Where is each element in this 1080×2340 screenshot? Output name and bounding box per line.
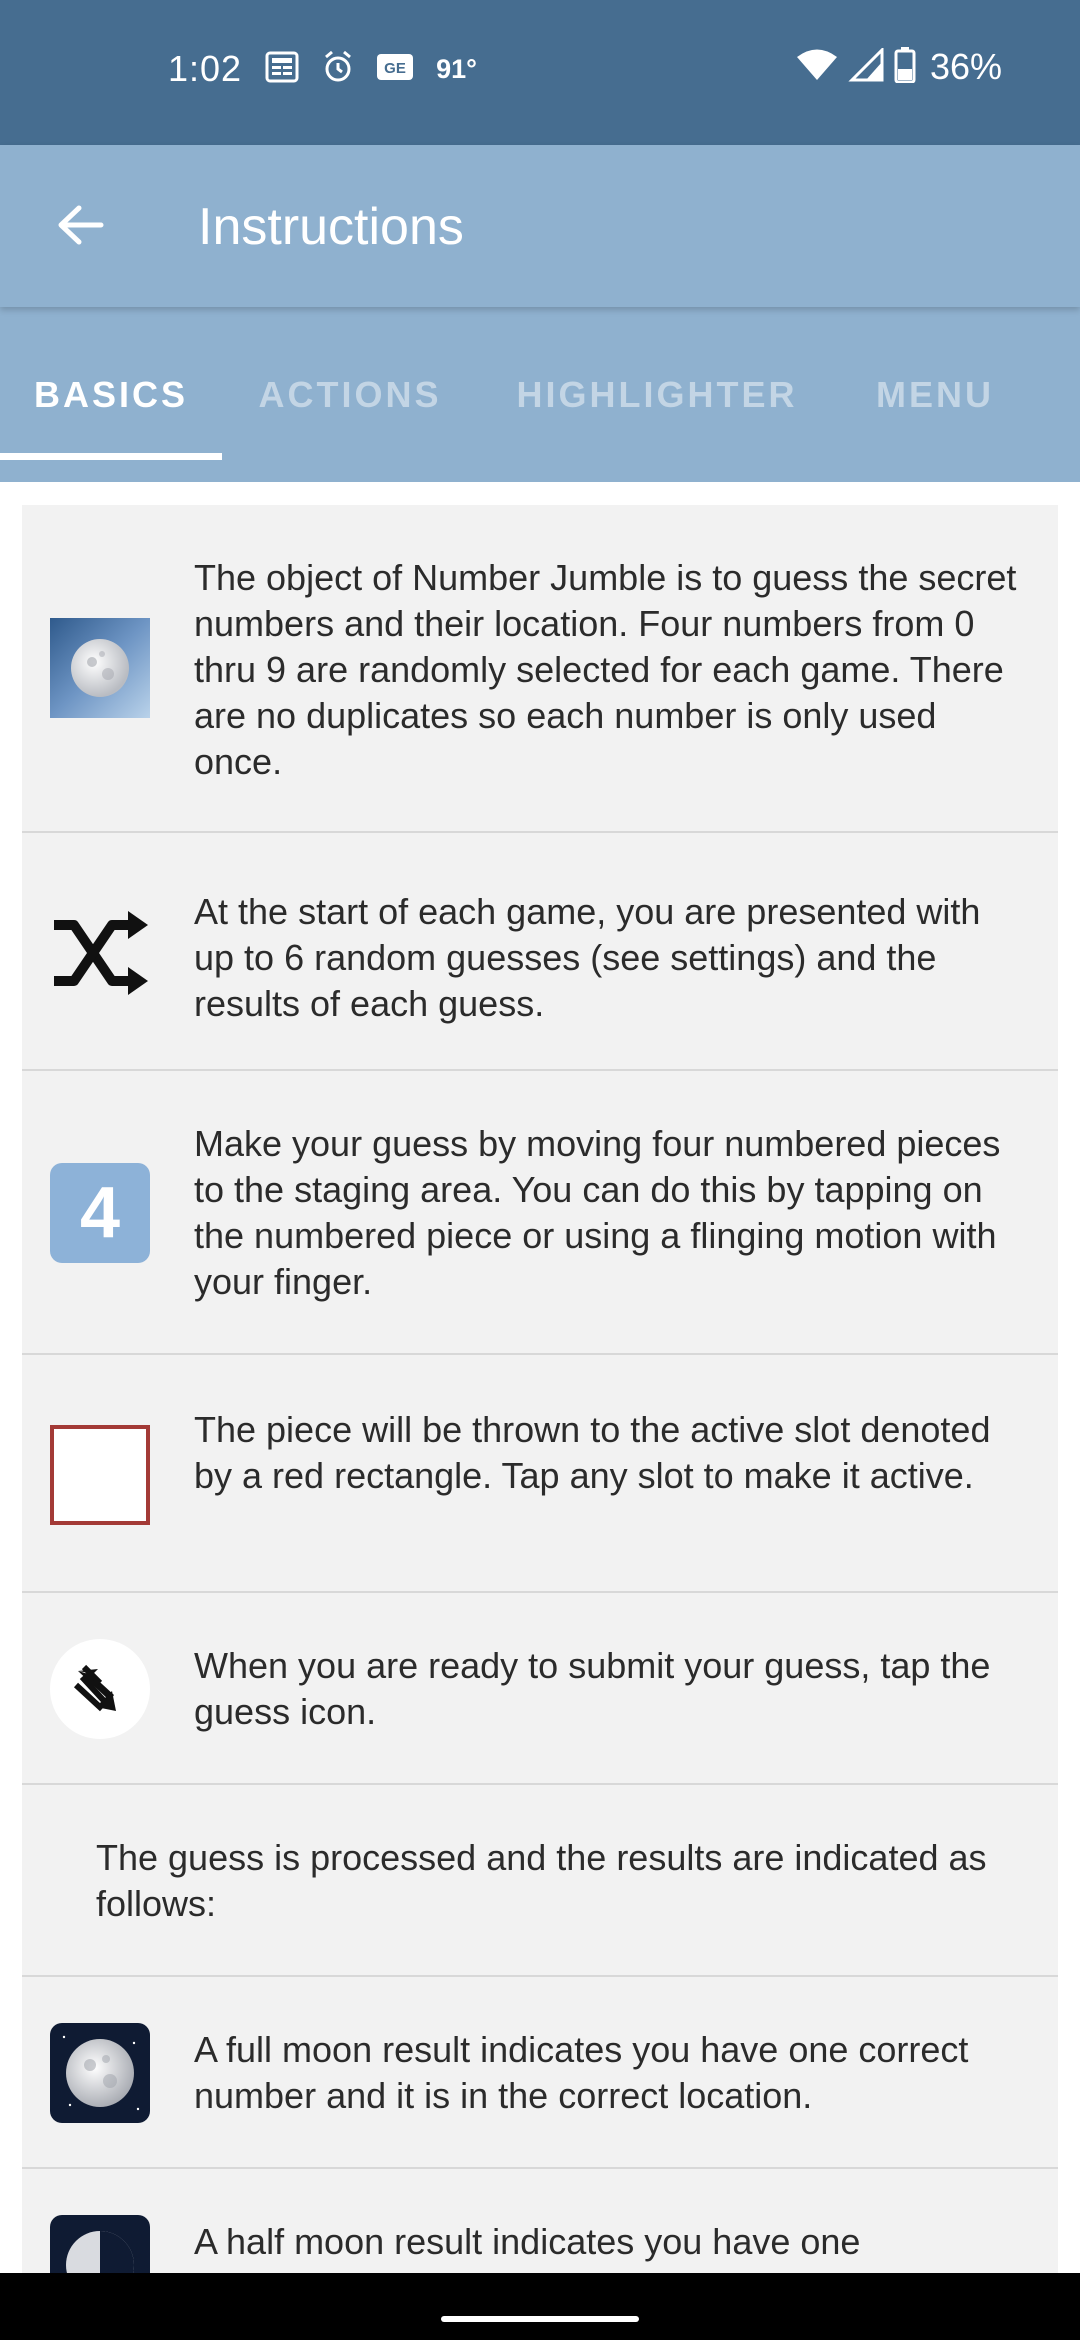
tab-indicator — [0, 453, 222, 460]
full-moon-icon — [50, 2023, 150, 2123]
instruction-text: A full moon result indicates you have on… — [194, 2029, 969, 2116]
app-bar: Instructions — [0, 145, 1080, 307]
signal-icon — [848, 45, 884, 87]
arrow-left-icon — [58, 205, 104, 245]
instruction-text: A half moon result indicates you have on… — [194, 2221, 861, 2262]
app-root: 1:02 GE 91° 36% Instructions BASICS ACTI… — [0, 0, 1080, 2340]
back-button[interactable] — [40, 185, 120, 265]
moon-tile-icon — [50, 618, 150, 718]
status-temperature: 91° — [436, 53, 477, 84]
instruction-text: The guess is processed and the results a… — [96, 1837, 987, 1924]
red-rectangle-slot-icon — [50, 1425, 150, 1525]
wifi-icon — [796, 48, 838, 87]
list-item: When you are ready to submit your guess,… — [22, 1593, 1058, 1785]
list-item: A full moon result indicates you have on… — [22, 1977, 1058, 2169]
guess-chevrons-icon — [50, 1639, 150, 1739]
list-item: At the start of each game, you are prese… — [22, 833, 1058, 1071]
half-moon-icon — [50, 2215, 150, 2273]
instruction-text: The object of Number Jumble is to guess … — [194, 557, 1017, 782]
alarm-icon — [322, 49, 354, 90]
tab-actions[interactable]: ACTIONS — [236, 307, 464, 482]
instruction-text: When you are ready to submit your guess,… — [194, 1645, 991, 1732]
list-item: 4 Make your guess by moving four numbere… — [22, 1071, 1058, 1355]
list-item: The object of Number Jumble is to guess … — [22, 505, 1058, 833]
number-four-tile-icon: 4 — [50, 1163, 150, 1263]
home-indicator[interactable] — [441, 2316, 639, 2322]
battery-percentage: 36% — [929, 46, 1002, 87]
shuffle-icon — [50, 903, 150, 1003]
instruction-text: The piece will be thrown to the active s… — [194, 1409, 991, 1496]
ge-icon: GE — [376, 52, 414, 87]
battery-icon — [894, 46, 916, 88]
news-icon — [264, 49, 300, 90]
list-item: A half moon result indicates you have on… — [22, 2169, 1058, 2273]
instruction-text: At the start of each game, you are prese… — [194, 891, 981, 1024]
list-item: The piece will be thrown to the active s… — [22, 1355, 1058, 1593]
svg-text:GE: GE — [384, 60, 406, 77]
status-bar: 1:02 GE 91° 36% — [0, 0, 1080, 145]
list-item: The guess is processed and the results a… — [22, 1785, 1058, 1977]
instruction-text: Make your guess by moving four numbered … — [194, 1123, 1001, 1302]
tab-highlighter[interactable]: HIGHLIGHTER — [492, 307, 822, 482]
navigation-bar — [0, 2273, 1080, 2340]
status-time: 1:02 — [168, 48, 243, 89]
page-title: Instructions — [198, 198, 464, 256]
tab-menu[interactable]: MENU — [850, 307, 1020, 482]
instructions-list[interactable]: The object of Number Jumble is to guess … — [22, 505, 1058, 2273]
